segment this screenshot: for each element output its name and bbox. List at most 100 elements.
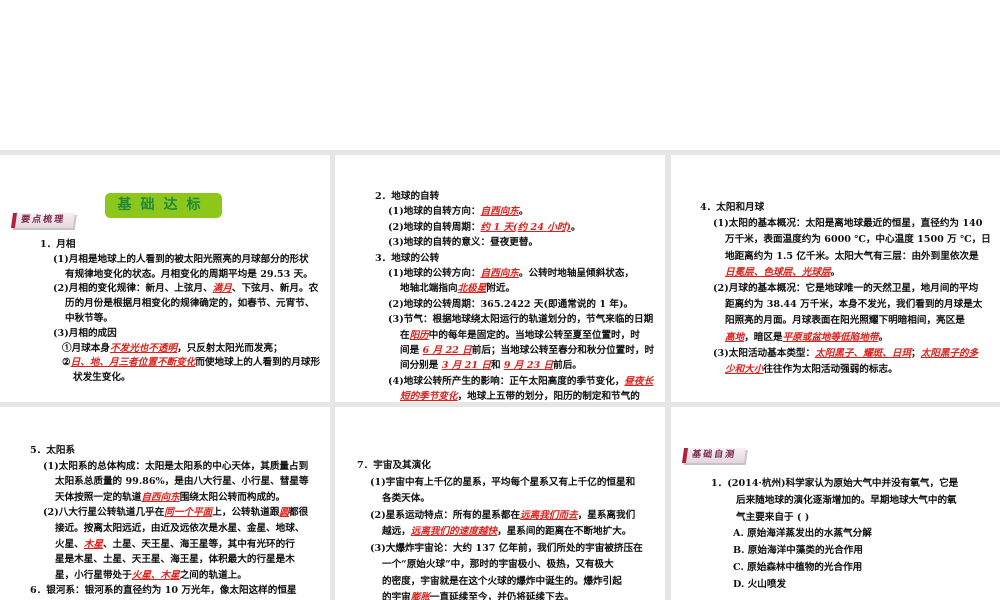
answer-text: 阳历 xyxy=(409,329,429,341)
text-line: 1．月相 xyxy=(40,238,330,253)
text-line: 的密度，宇宙就是在这个火球的爆炸中诞生的。爆炸引起 xyxy=(357,574,665,591)
answer-text: 自西向东 xyxy=(141,491,180,503)
text-segment: 。 xyxy=(878,331,889,343)
text-line: 7．宇宙及其演化 xyxy=(357,458,665,475)
text-segment: 。公转时地轴呈倾斜状态， xyxy=(518,268,635,280)
text-segment: 。 xyxy=(518,206,529,218)
answer-text: 远离我们而去 xyxy=(520,509,578,521)
text-segment: 后来随地球的演化逐渐增加的。早期地球大气中的氧 xyxy=(736,494,957,506)
text-line: 各类天体。 xyxy=(357,491,665,508)
text-line: (1)太阳系的总体构成：太阳是太阳系的中心天体，其质量占到 xyxy=(30,459,330,475)
text-line: 间是 6 月 22 日前后；当地球公转至春分和秋分位置时，时 xyxy=(375,343,665,358)
slide-solar-system: 5．太阳系 (1)太阳系的总体构成：太阳是太阳系的中心天体，其质量占到 太阳系总质量… xyxy=(0,407,330,600)
answer-text: 不发光也不透明 xyxy=(109,342,178,354)
text-segment: 3．地球的公转 xyxy=(375,252,440,264)
text-line: 一个“原始火球”中，那时的宇宙极小、极热，又有极大 xyxy=(357,557,665,574)
text-segment: (2)月球的基本概况：它是地球唯一的天然卫星，地月间的平均 xyxy=(713,283,979,295)
answer-text: 远离我们的速度越快 xyxy=(410,526,498,537)
text-line: 中秋节等。 xyxy=(40,312,330,327)
text-segment: 状发生变化。 xyxy=(73,372,131,384)
answer-text: 日、地、月三者位置不断变化 xyxy=(70,357,196,369)
text-segment: ，星系间的距离在不断地扩大。 xyxy=(497,526,632,537)
answer-text: 高地 xyxy=(725,331,745,343)
text-segment: 往往作为太阳活动强弱的标志。 xyxy=(763,364,898,376)
text-segment: 间分别是 xyxy=(400,360,442,372)
text-segment: 附近。 xyxy=(486,283,516,295)
section-badge: 基础达标 xyxy=(105,193,222,218)
text-segment: (3)太阳活动基本类型： xyxy=(713,347,816,359)
text-line: (3)节气：根据地球绕太阳运行的轨道划分的，节气来临的日期 xyxy=(375,312,665,327)
text-line: (1)宇宙中有上千亿的星系，平均每个星系又有上千亿的恒星和 xyxy=(357,475,665,492)
text-segment: (3)月相的成因 xyxy=(53,327,117,339)
text-segment: 火星、 xyxy=(55,538,84,550)
text-line: (1)地球的公转方向：自西向东。公转时地轴呈倾斜状态， xyxy=(375,266,665,281)
text-segment: 地距离约为 1.5 亿千米。太阳大气有三层：由外到里依次是 xyxy=(725,250,979,262)
text-line: 高地，暗区是平原或盆地等低陷地带。 xyxy=(700,330,1000,346)
text-segment: ② xyxy=(62,357,71,369)
blank-top-area xyxy=(0,0,1000,150)
text-line: 的宇宙膨胀一直延续至今，并仍将延续下去。 xyxy=(357,590,665,600)
text-segment: 6．银河系：银河系的直径约为 10 万光年，像太阳这样的恒星 xyxy=(30,585,297,597)
text-segment: 前后；当地球公转至春分和秋分位置时，时 xyxy=(471,345,655,357)
text-line: 接近。按离太阳远近，由近及远依次是水星、金星、地球、 xyxy=(30,521,330,537)
text-line: (2)月球的基本概况：它是地球唯一的天然卫星，地月间的平均 xyxy=(700,281,1000,297)
text-segment: 气主要来自于 ( ) xyxy=(736,511,810,523)
slide-universe: 7．宇宙及其演化 (1)宇宙中有上千亿的星系，平均每个星系又有上千亿的恒星和 各类天… xyxy=(335,407,665,600)
answer-text: 少和大小 xyxy=(725,364,764,376)
text-segment: 地轴北端指向 xyxy=(400,283,458,295)
text-line: 历的月份是根据月相变化的规律确定的，如春节、元宵节、 xyxy=(40,297,330,312)
answer-text: 3 月 21 日 xyxy=(441,360,491,372)
text-segment: (1)地球的自转方向： xyxy=(388,206,481,218)
text-segment: 星，小行星带处于 xyxy=(55,569,132,581)
text-segment: 中的每年是固定的。当地球公转至夏至位置时，时 xyxy=(428,329,640,341)
answer-text: 太阳黑子的多 xyxy=(920,347,979,359)
text-segment: 有规律地变化的状态。月相变化的周期平均是 29.53 天。 xyxy=(65,268,313,280)
text-segment: (1)月相是地球上的人看到的被太阳光照亮的月球部分的形状 xyxy=(53,253,309,265)
text-line: (1)地球的自转方向：自西向东。 xyxy=(375,204,665,219)
answer-text: 自西向东 xyxy=(480,206,519,218)
text-segment: 围绕太阳公转而构成的。 xyxy=(179,491,286,503)
text-line: 星，小行星带处于火星、木星之间的轨道上。 xyxy=(30,568,330,584)
text-segment: ，地球上五带的划分，阳历的制定和节气的 xyxy=(457,391,640,402)
answer-text: 短的季节变化 xyxy=(400,391,458,402)
text-segment: 距离约为 38.44 万千米，本身不发光，我们看到的月球是太 xyxy=(725,299,983,311)
text-segment: 和 xyxy=(490,360,504,372)
text-segment: 的宇宙 xyxy=(382,592,411,600)
text-line: 状发生变化。 xyxy=(40,371,330,386)
text-segment: (2)地球的自转周期： xyxy=(388,221,481,233)
text-segment: ①月球本身 xyxy=(62,342,110,354)
text-segment: 上，公转轨道跟 xyxy=(212,507,280,519)
text-segment: 接近。按离太阳远近，由近及远依次是水星、金星、地球、 xyxy=(55,522,305,534)
answer-text: 约 1 天(约 24 小时) xyxy=(480,221,571,233)
text-line: 太阳系总质量的 99.86%，是由八大行星、小行星、彗星等 xyxy=(30,474,330,490)
answer-text: 火星、木星 xyxy=(131,569,180,581)
text-line: (3)太阳活动基本类型：太阳黑子、耀斑、日珥；太阳黑子的多 xyxy=(700,346,1000,362)
text-segment: 万千米，表面温度约为 6000 ℃，中心温度 1500 万 ℃，日 xyxy=(725,234,991,246)
text-line: (2)八大行星公转轨道几乎在同一个平面上，公转轨道跟圆都很 xyxy=(30,505,330,521)
text-segment: 历的月份是根据月相变化的规律确定的，如春节、元宵节、 xyxy=(65,298,315,310)
text-segment: 、土星、天王星、海王星等，其中有光环的行 xyxy=(102,538,295,550)
text-line: (3)月相的成因 xyxy=(40,327,330,342)
text-line: 6．银河系：银河系的直径约为 10 万光年，像太阳这样的恒星 xyxy=(30,583,330,599)
answer-text: 平原或盆地等低陷地带 xyxy=(782,331,879,343)
self-test-tag: 基础自测 xyxy=(681,448,747,463)
text-line: (2)星系运动特点：所有的星系都在远离我们而去，星系离我们 xyxy=(357,508,665,525)
answer-text: 9 月 23 日 xyxy=(503,360,554,372)
text-segment: 1．月相 xyxy=(40,239,76,250)
text-line: 5．太阳系 xyxy=(30,443,330,459)
text-segment: 越远， xyxy=(382,526,411,537)
text-segment: 在 xyxy=(400,329,410,341)
text-segment: ，暗区是 xyxy=(744,331,783,343)
text-segment: 的密度，宇宙就是在这个火球的爆炸中诞生的。爆炸引起 xyxy=(382,575,622,587)
key-points-tag: 要点梳理 xyxy=(10,213,76,228)
text-segment: C. 原始森林中植物的光合作用 xyxy=(733,561,863,573)
text-segment: D. 火山喷发 xyxy=(733,578,787,590)
text-segment: 。 xyxy=(570,221,581,233)
text-line: D. 火山喷发 xyxy=(711,577,1000,594)
answer-text: 6 月 22 日 xyxy=(422,345,472,357)
text-segment: (1)地球的公转方向： xyxy=(388,268,481,280)
text-segment: 之间的轨道上。 xyxy=(179,569,247,581)
slide-earth-rotation: 2．地球的自转 (1)地球的自转方向：自西向东。 (2)地球的自转周期：约 1 天(… xyxy=(335,155,665,402)
text-segment: 7．宇宙及其演化 xyxy=(357,460,431,471)
text-line: 日冕层、色球层、光球层。 xyxy=(700,265,1000,281)
